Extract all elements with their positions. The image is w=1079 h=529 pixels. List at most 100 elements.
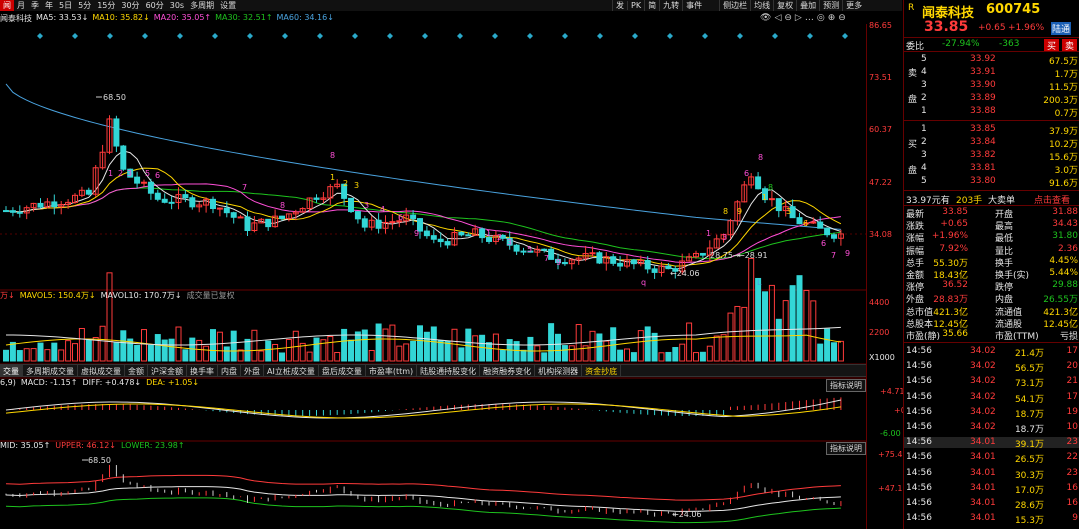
sell-level[interactable]: 2 33.89 200.3万 [904, 93, 1079, 106]
indicator-tab-8[interactable]: AI立桩成交量 [264, 365, 319, 376]
volume-bar [782, 300, 789, 362]
indicator-tab-10[interactable]: 市盈率(ttm) [366, 365, 418, 376]
volume-bar [85, 338, 92, 362]
indicator-tab-12[interactable]: 融资融券变化 [480, 365, 536, 376]
level-volume: 3.0万 [1054, 166, 1078, 176]
candle-body [831, 234, 837, 239]
candle-body [230, 212, 237, 218]
td-count-label: 6 [803, 219, 808, 228]
event-marker [737, 33, 743, 39]
volume-bar [837, 340, 844, 362]
volume-bar [368, 349, 375, 362]
event-marker [842, 33, 848, 39]
weicha-value: -363 [999, 39, 1020, 49]
candle-body [444, 241, 451, 246]
volume-bar [396, 345, 403, 362]
indicator-tab-7[interactable]: 外盘 [241, 365, 264, 376]
indicator-tab-13[interactable]: 机构探测器 [535, 365, 583, 376]
buy-level[interactable]: 3 33.82 15.6万 [904, 150, 1079, 163]
level-price: 33.84 [970, 137, 996, 147]
tick-count: 23 [1066, 437, 1078, 448]
sell-level[interactable]: 5 33.92 67.5万 [904, 54, 1079, 67]
tick-row: 14:56 34.01 26.5万 22 [904, 452, 1079, 465]
event-marker [702, 33, 708, 39]
tick-time: 14:56 [906, 376, 932, 387]
indicator-tab-14[interactable]: 资金抄底 [582, 365, 622, 376]
candle-body [796, 217, 803, 225]
level-price: 33.85 [970, 124, 996, 134]
stat-value: 34.43 [1052, 219, 1078, 230]
level-volume: 1.7万 [1054, 70, 1078, 80]
stat-value: 12.45亿 [1043, 319, 1078, 330]
volume-bar [458, 347, 465, 362]
event-marker [212, 33, 218, 39]
candle-body [120, 145, 127, 170]
volume-bar [741, 306, 748, 362]
level-index: 1 [921, 106, 927, 116]
tick-count: 23 [1066, 467, 1078, 478]
candle-body [520, 250, 527, 253]
stat-value: 26.55万 [1043, 295, 1078, 306]
tick-volume: 17.0万 [1014, 485, 1044, 496]
td-count-label: 6 [398, 213, 403, 222]
indicator-tab-2[interactable]: 虚拟成交量 [78, 365, 125, 376]
volume-bar [541, 352, 548, 362]
volume-bar [348, 339, 354, 362]
volume-bar [651, 332, 658, 362]
boll-low-label: ←24.06 [672, 510, 702, 519]
buy-level[interactable]: 2 33.84 10.2万 [904, 137, 1079, 150]
td-count-label: 9 [556, 258, 561, 267]
tick-volume: 15.3万 [1014, 516, 1044, 527]
volume-bar [51, 342, 58, 362]
sell-level[interactable]: 1 33.88 0.7万 [904, 106, 1079, 119]
indicator-tab-11[interactable]: 陆股通持股变化 [417, 365, 481, 376]
boll-help-button[interactable]: 指标说明 [826, 442, 866, 455]
indicator-tab-9[interactable]: 盘后成交量 [319, 365, 366, 376]
tick-row: 14:56 34.01 17.0万 16 [904, 483, 1079, 496]
td-count-label: 9 [737, 207, 742, 216]
volume-bar [720, 334, 727, 362]
boll-high-label: 68.50 [88, 456, 111, 465]
tick-row: 14:56 34.01 28.6万 16 [904, 498, 1079, 511]
candle-body [465, 234, 472, 237]
tick-count: 17 [1066, 391, 1078, 402]
volume-bar [403, 343, 410, 362]
stat-row: 涨停 36.52 跌停 29.88 [904, 280, 1079, 293]
volume-bar [568, 345, 575, 362]
volume-bar [175, 326, 182, 362]
candle-body [699, 252, 706, 256]
indicator-tab-6[interactable]: 内盘 [218, 365, 241, 376]
volume-bar [768, 284, 775, 362]
volume-bar [534, 345, 541, 362]
indicator-tab-1[interactable]: 多周期成交量 [23, 365, 78, 376]
stat-value: 5.44% [1049, 268, 1078, 278]
tick-price: 34.01 [970, 513, 996, 524]
macd-help-button[interactable]: 指标说明 [826, 379, 866, 392]
volume-bar [216, 331, 223, 362]
sell-level[interactable]: 3 33.90 11.5万 [904, 80, 1079, 93]
tick-volume: 28.6万 [1014, 501, 1044, 511]
indicator-tab-5[interactable]: 换手率 [187, 365, 218, 376]
indicator-tab-0[interactable]: 交量 [0, 365, 23, 376]
buy-level[interactable]: 4 33.81 3.0万 [904, 163, 1079, 176]
buy-level[interactable]: 5 33.80 91.6万 [904, 176, 1079, 189]
level-index: 1 [921, 124, 927, 134]
event-marker [667, 33, 673, 39]
volume-bar [237, 349, 244, 362]
candle-body [548, 248, 555, 260]
level-volume: 91.6万 [1048, 179, 1078, 189]
indicator-tab-3[interactable]: 金额 [125, 365, 148, 376]
volume-bar [492, 333, 499, 362]
candle-body [265, 218, 272, 228]
volume-tick: X1000 [869, 353, 895, 362]
sell-level[interactable]: 4 33.91 1.7万 [904, 67, 1079, 80]
indicator-tab-4[interactable]: 沪深金额 [148, 365, 187, 376]
buy-level[interactable]: 1 33.85 37.9万 [904, 124, 1079, 137]
stat-label: 市盈(TTM) [995, 332, 1039, 342]
tick-volume: 21.4万 [1014, 349, 1044, 359]
stat-label: 涨幅 [906, 234, 925, 245]
volume-bar [120, 330, 127, 362]
level-price: 33.91 [970, 67, 996, 77]
volume-bar [451, 328, 458, 362]
td-count-label: 6 [821, 239, 826, 248]
